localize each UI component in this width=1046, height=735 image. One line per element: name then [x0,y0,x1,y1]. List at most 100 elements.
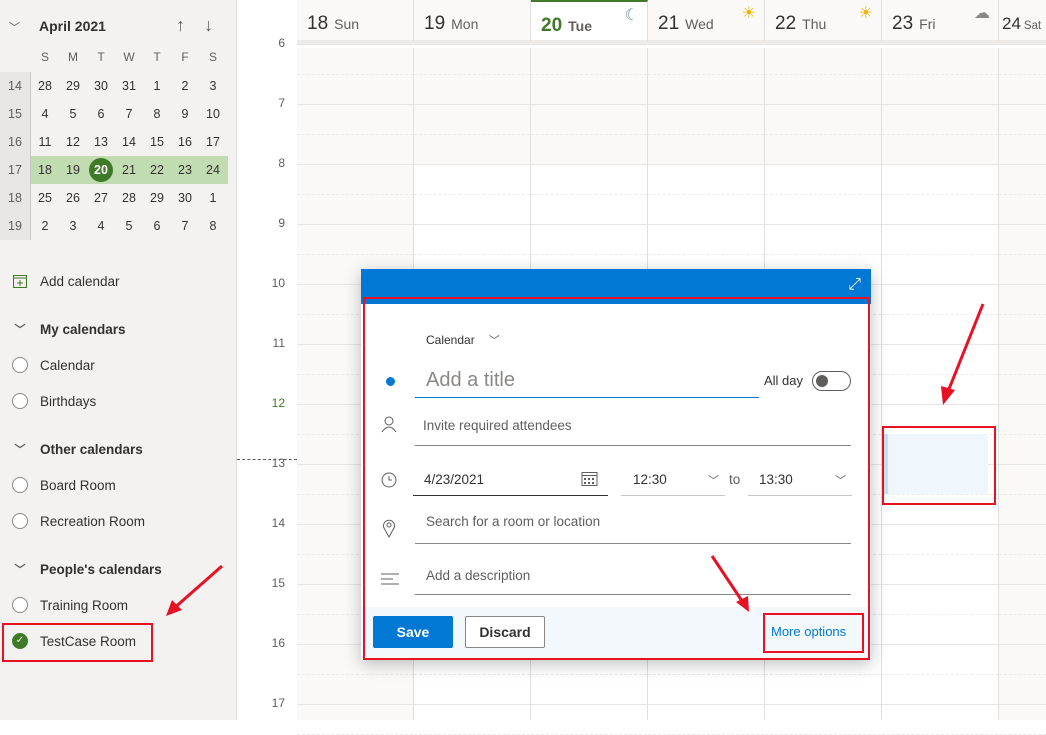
mini-calendar-day[interactable]: 13 [87,135,115,149]
mini-calendar-day[interactable]: 9 [171,107,199,121]
mini-calendar-day[interactable]: 28 [31,79,59,93]
day-number: 5 [125,219,133,233]
day-header[interactable]: 22 Thu ☀ [765,0,882,44]
mini-calendar-day[interactable]: 30 [171,191,199,205]
mini-calendar-day[interactable]: 10 [199,107,227,121]
hour-line [882,404,998,405]
mini-calendar-week: 18 25 26 27 28 29 30 1 [0,184,228,212]
calendar-item[interactable]: Calendar [0,353,237,377]
mini-calendar-day[interactable]: 1 [199,191,227,205]
selected-time-slot[interactable] [884,434,988,494]
circle-icon[interactable] [12,513,28,529]
checked-circle-icon[interactable]: ✓ [12,633,28,649]
mini-calendar-day[interactable]: 28 [115,191,143,205]
end-time-select[interactable]: 13:30 ﹀ [748,466,852,496]
mini-calendar-day[interactable]: 19 [59,163,87,177]
title-input[interactable]: Add a title [415,361,759,398]
day-column[interactable] [999,44,1046,735]
description-input[interactable]: Add a description [415,565,851,595]
day-header[interactable]: 23 Fri ☁ [882,0,999,44]
mini-calendar-day[interactable]: 3 [59,219,87,233]
mini-calendar-day[interactable]: 4 [31,107,59,121]
mini-calendar-day[interactable]: 30 [87,79,115,93]
day-number: 6 [153,219,161,233]
arrow-up-icon[interactable]: ↑ [176,15,185,36]
day-number: 29 [66,79,80,93]
calendar-item[interactable]: Board Room [0,473,237,497]
mini-calendar-day[interactable]: 6 [143,219,171,233]
mini-calendar-day[interactable]: 17 [199,135,227,149]
all-day-toggle[interactable] [812,371,851,391]
attendees-input[interactable]: Invite required attendees [415,415,851,446]
day-column[interactable] [882,44,999,735]
circle-icon[interactable] [12,597,28,613]
day-number: 18 [307,13,329,34]
cloud-icon: ☁ [974,5,990,22]
day-header-text: 22 Thu [775,13,826,35]
calendar-select[interactable]: Calendar ﹀ [426,332,500,348]
mini-calendar-day[interactable]: 4 [87,219,115,233]
mini-calendar-day[interactable]: 11 [31,135,59,149]
calendar-picker-icon[interactable] [581,471,598,492]
hour-line [297,704,413,705]
mini-calendar-day[interactable]: 14 [115,135,143,149]
day-header[interactable]: 20 Tue ☾ [531,0,648,44]
start-time-select[interactable]: 12:30 ﹀ [621,466,725,496]
add-calendar-button[interactable]: Add calendar [0,269,237,293]
mini-calendar-day[interactable]: 23 [171,163,199,177]
day-number: 20 [541,15,563,36]
day-header[interactable]: 24 Sat [999,0,1046,44]
expand-icon[interactable]: ⤢ [848,276,861,294]
mini-calendar-day[interactable]: 27 [87,191,115,205]
mini-calendar-today[interactable]: 20 [87,158,115,182]
chevron-down-icon[interactable]: ﹀ [9,19,20,35]
mini-calendar-day[interactable]: 21 [115,163,143,177]
discard-button[interactable]: Discard [465,616,545,648]
chevron-down-icon: ﹀ [708,475,719,487]
mini-calendar-day[interactable]: 2 [31,219,59,233]
day-number: 9 [181,107,189,121]
calendar-item[interactable]: Recreation Room [0,509,237,533]
mini-calendar-day[interactable]: 15 [143,135,171,149]
mini-calendar-day[interactable]: 25 [31,191,59,205]
calendar-item[interactable]: Training Room [0,593,237,617]
date-input[interactable]: 4/23/2021 [413,466,608,496]
mini-calendar-day[interactable]: 6 [87,107,115,121]
mini-calendar-day[interactable]: 8 [199,219,227,233]
location-input[interactable]: Search for a room or location [415,509,851,544]
mini-calendar-day[interactable]: 7 [171,219,199,233]
mini-calendar-day[interactable]: 7 [115,107,143,121]
section-header[interactable]: ﹀ Other calendars [0,437,237,461]
mini-calendar-day[interactable]: 5 [59,107,87,121]
mini-calendar-day[interactable]: 2 [171,79,199,93]
day-header[interactable]: 19 Mon [414,0,531,44]
circle-icon[interactable] [12,357,28,373]
mini-calendar-day[interactable]: 1 [143,79,171,93]
mini-calendar-day[interactable]: 18 [31,163,59,177]
circle-icon[interactable] [12,393,28,409]
mini-calendar-day[interactable]: 26 [59,191,87,205]
mini-calendar-day[interactable]: 16 [171,135,199,149]
mini-calendar-day[interactable]: 31 [115,79,143,93]
day-header[interactable]: 21 Wed ☀ [648,0,765,44]
section-header[interactable]: ﹀ My calendars [0,317,237,341]
save-button[interactable]: Save [373,616,453,648]
mini-calendar-day[interactable]: 8 [143,107,171,121]
half-hour-line [882,494,998,495]
mini-calendar-day[interactable]: 3 [199,79,227,93]
mini-calendar-day[interactable]: 12 [59,135,87,149]
calendar-item[interactable]: ✓ TestCase Room [0,629,237,653]
arrow-down-icon[interactable]: ↓ [204,15,213,36]
calendar-item[interactable]: Birthdays [0,389,237,413]
day-header[interactable]: 18 Sun [297,0,414,44]
half-hour-line [882,254,998,255]
more-options-link[interactable]: More options [771,624,846,639]
mini-calendar-day[interactable]: 22 [143,163,171,177]
section-header[interactable]: ﹀ People's calendars [0,557,237,581]
week-number: 17 [0,156,31,184]
circle-icon[interactable] [12,477,28,493]
mini-calendar-day[interactable]: 29 [59,79,87,93]
mini-calendar-day[interactable]: 29 [143,191,171,205]
mini-calendar-day[interactable]: 24 [199,163,227,177]
mini-calendar-day[interactable]: 5 [115,219,143,233]
